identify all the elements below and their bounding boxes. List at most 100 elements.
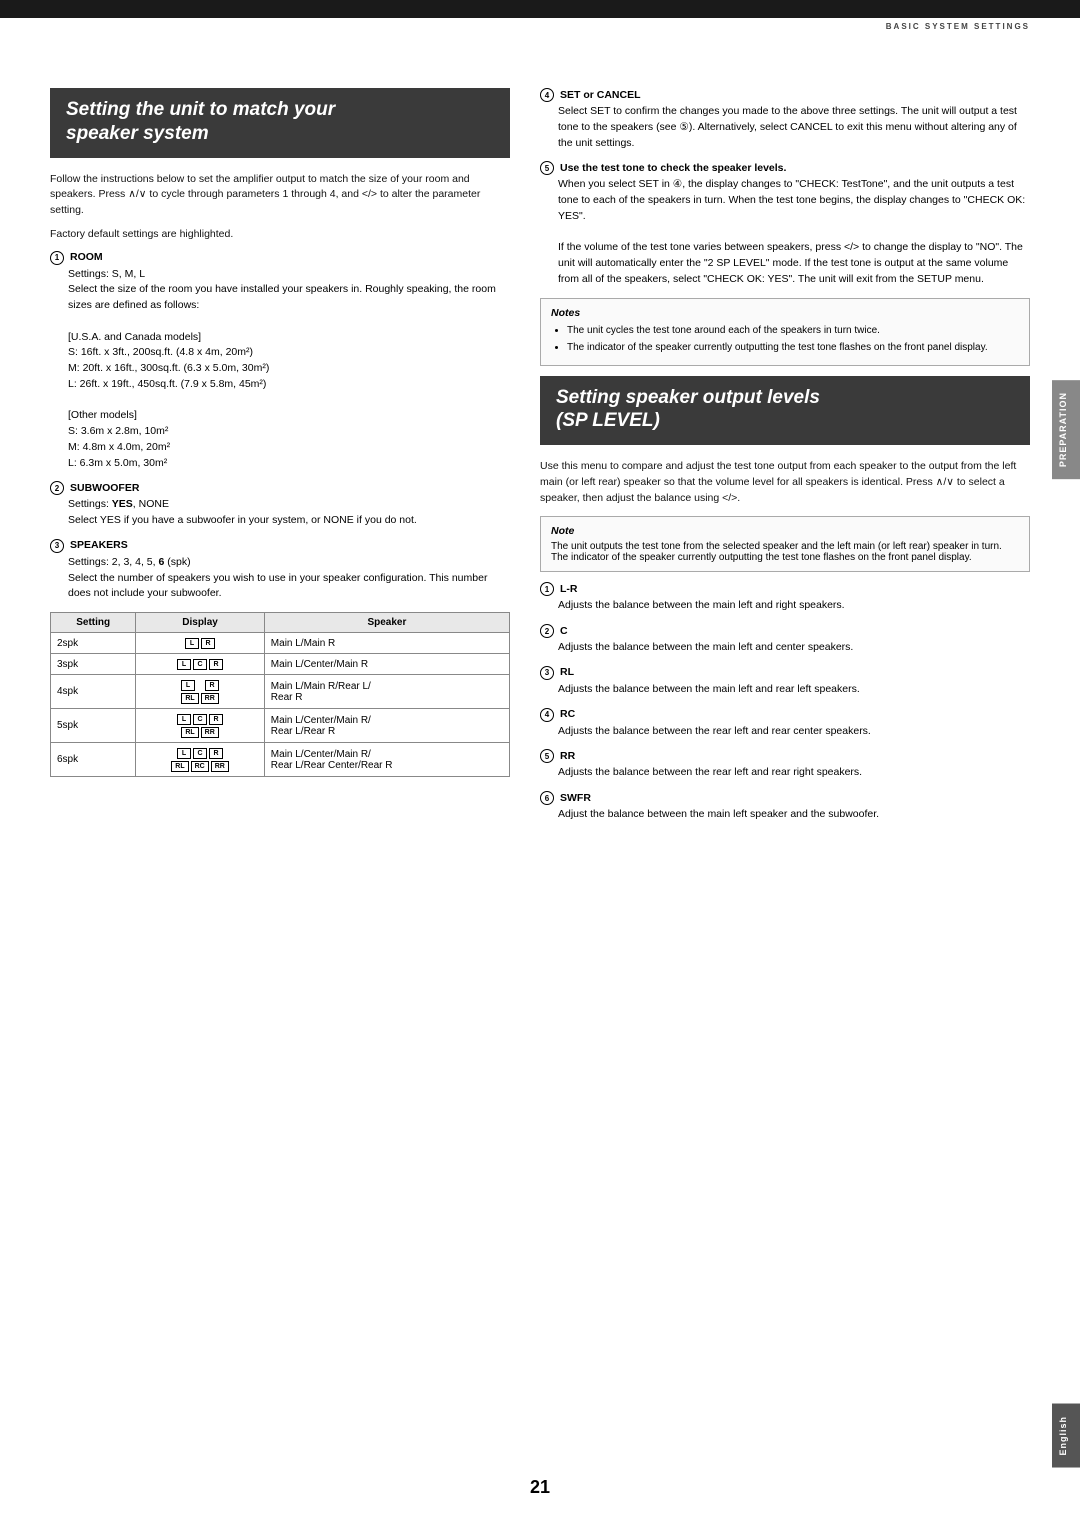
sp-item5-header: 5 RR: [540, 749, 1030, 763]
usa-l: L: 26ft. x 19ft., 450sq.ft. (7.9 x 5.8m,…: [68, 377, 510, 393]
col-setting: Setting: [51, 613, 136, 633]
row-3spk-speaker: Main L/Center/Main R: [264, 654, 509, 675]
item5-header: 5 Use the test tone to check the speaker…: [540, 161, 1030, 175]
item-sub-header: 2 SUBWOOFER: [50, 481, 510, 495]
table-row: 6spk L C R RL RC: [51, 743, 510, 777]
item-speakers: 3 SPEAKERS Settings: 2, 3, 4, 5, 6 (spk)…: [50, 539, 510, 602]
sp-rc-desc: Adjusts the balance between the rear lef…: [558, 724, 1030, 740]
sp-c-desc: Adjusts the balance between the main lef…: [558, 640, 1030, 656]
set-cancel-body: Select SET to confirm the changes you ma…: [558, 104, 1030, 151]
sp-item1-header: 1 L-R: [540, 582, 1030, 596]
col-speaker: Speaker: [264, 613, 509, 633]
sp-circle-3: 3: [540, 666, 554, 680]
room-settings: Settings: S, M, L: [68, 267, 510, 283]
page: BASIC SYSTEM SETTINGS PREPARATION Englis…: [0, 0, 1080, 1528]
sp-circle-1: 1: [540, 582, 554, 596]
notes-title: Notes: [551, 307, 1019, 319]
spk-desc: Select the number of speakers you wish t…: [68, 571, 510, 603]
item-set-cancel: 4 SET or CANCEL Select SET to confirm th…: [540, 88, 1030, 151]
left-column: Setting the unit to match your speaker s…: [50, 88, 510, 833]
item-spk-header: 3 SPEAKERS: [50, 539, 510, 553]
sp-rr-desc: Adjusts the balance between the rear lef…: [558, 765, 1030, 781]
sub-title: SUBWOOFER: [70, 482, 139, 494]
top-bar: [0, 0, 1080, 18]
spk-body: Settings: 2, 3, 4, 5, 6 (spk) Select the…: [68, 555, 510, 602]
row-4spk-speaker: Main L/Main R/Rear L/Rear R: [264, 675, 509, 709]
other-header: [Other models]: [68, 408, 510, 424]
row-4spk-display: L R RL RR: [136, 675, 264, 709]
sub-desc: Select YES if you have a subwoofer in yo…: [68, 513, 510, 529]
row-2spk-setting: 2spk: [51, 633, 136, 654]
row-3spk-setting: 3spk: [51, 654, 136, 675]
sp-item-lr: 1 L-R Adjusts the balance between the ma…: [540, 582, 1030, 614]
note-item-2: The indicator of the speaker currently o…: [567, 340, 1019, 355]
speaker-table: Setting Display Speaker 2spk L R: [50, 612, 510, 777]
item-subwoofer: 2 SUBWOOFER Settings: YES, NONE Select Y…: [50, 481, 510, 529]
notes-list: The unit cycles the test tone around eac…: [551, 323, 1019, 355]
test-tone-desc: When you select SET in ④, the display ch…: [558, 177, 1030, 224]
sp-note-title: Note: [551, 525, 1019, 537]
spk-title: SPEAKERS: [70, 539, 128, 551]
sp-swfr-body: Adjust the balance between the main left…: [558, 807, 1030, 823]
preparation-tab: PREPARATION: [1052, 380, 1080, 479]
header-label: BASIC SYSTEM SETTINGS: [886, 22, 1030, 31]
left-section-title: Setting the unit to match your speaker s…: [66, 98, 494, 146]
test-tone-extra: If the volume of the test tone varies be…: [558, 240, 1030, 287]
sub-settings: Settings: YES, NONE: [68, 497, 510, 513]
circle-2: 2: [50, 481, 64, 495]
usa-s: S: 16ft. x 3ft., 200sq.ft. (4.8 x 4m, 20…: [68, 345, 510, 361]
item-room-header: 1 ROOM: [50, 251, 510, 265]
sp-circle-6: 6: [540, 791, 554, 805]
sp-rc-title: RC: [560, 708, 575, 720]
usa-m: M: 20ft. x 16ft., 300sq.ft. (6.3 x 5.0m,…: [68, 361, 510, 377]
row-2spk-speaker: Main L/Main R: [264, 633, 509, 654]
row-5spk-display: L C R RL RR: [136, 709, 264, 743]
other-m: M: 4.8m x 4.0m, 20m²: [68, 440, 510, 456]
circle-5: 5: [540, 161, 554, 175]
room-title: ROOM: [70, 251, 103, 263]
row-2spk-display: L R: [136, 633, 264, 654]
item-test-tone: 5 Use the test tone to check the speaker…: [540, 161, 1030, 287]
main-content: Setting the unit to match your speaker s…: [0, 58, 1080, 863]
row-5spk-speaker: Main L/Center/Main R/Rear L/Rear R: [264, 709, 509, 743]
sp-note-text: The unit outputs the test tone from the …: [551, 541, 1019, 563]
sp-level-note-box: Note The unit outputs the test tone from…: [540, 516, 1030, 572]
usa-header: [U.S.A. and Canada models]: [68, 330, 510, 346]
circle-4: 4: [540, 88, 554, 102]
sp-circle-5: 5: [540, 749, 554, 763]
spk-settings: Settings: 2, 3, 4, 5, 6 (spk): [68, 555, 510, 571]
row-6spk-speaker: Main L/Center/Main R/Rear L/Rear Center/…: [264, 743, 509, 777]
sp-item-swfr: 6 SWFR Adjust the balance between the ma…: [540, 791, 1030, 823]
room-desc: Select the size of the room you have ins…: [68, 282, 510, 314]
sp-item-rr: 5 RR Adjusts the balance between the rea…: [540, 749, 1030, 781]
sp-lr-desc: Adjusts the balance between the main lef…: [558, 598, 1030, 614]
test-tone-title: Use the test tone to check the speaker l…: [560, 162, 786, 174]
sp-c-body: Adjusts the balance between the main lef…: [558, 640, 1030, 656]
left-section-title-box: Setting the unit to match your speaker s…: [50, 88, 510, 158]
sp-rr-body: Adjusts the balance between the rear lef…: [558, 765, 1030, 781]
table-row: 2spk L R Main L/Main R: [51, 633, 510, 654]
english-tab: English: [1052, 1404, 1080, 1468]
sp-item3-header: 3 RL: [540, 666, 1030, 680]
item-room: 1 ROOM Settings: S, M, L Select the size…: [50, 251, 510, 472]
sp-item-rc: 4 RC Adjusts the balance between the rea…: [540, 708, 1030, 740]
sp-c-title: C: [560, 625, 568, 637]
sp-circle-4: 4: [540, 708, 554, 722]
other-s: S: 3.6m x 2.8m, 10m²: [68, 424, 510, 440]
sp-item-c: 2 C Adjusts the balance between the main…: [540, 624, 1030, 656]
sp-lr-body: Adjusts the balance between the main lef…: [558, 598, 1030, 614]
sp-rr-title: RR: [560, 750, 575, 762]
room-body: Settings: S, M, L Select the size of the…: [68, 267, 510, 472]
sp-circle-2: 2: [540, 624, 554, 638]
note-item-1: The unit cycles the test tone around eac…: [567, 323, 1019, 338]
test-tone-body: When you select SET in ④, the display ch…: [558, 177, 1030, 287]
sp-item6-header: 6 SWFR: [540, 791, 1030, 805]
sp-lr-title: L-R: [560, 583, 578, 595]
circle-3: 3: [50, 539, 64, 553]
section2-title-box: Setting speaker output levels (SP LEVEL): [540, 376, 1030, 446]
row-6spk-display: L C R RL RC RR: [136, 743, 264, 777]
set-cancel-title: SET or CANCEL: [560, 89, 641, 101]
sp-swfr-title: SWFR: [560, 792, 591, 804]
other-l: L: 6.3m x 5.0m, 30m²: [68, 456, 510, 472]
sp-swfr-desc: Adjust the balance between the main left…: [558, 807, 1030, 823]
